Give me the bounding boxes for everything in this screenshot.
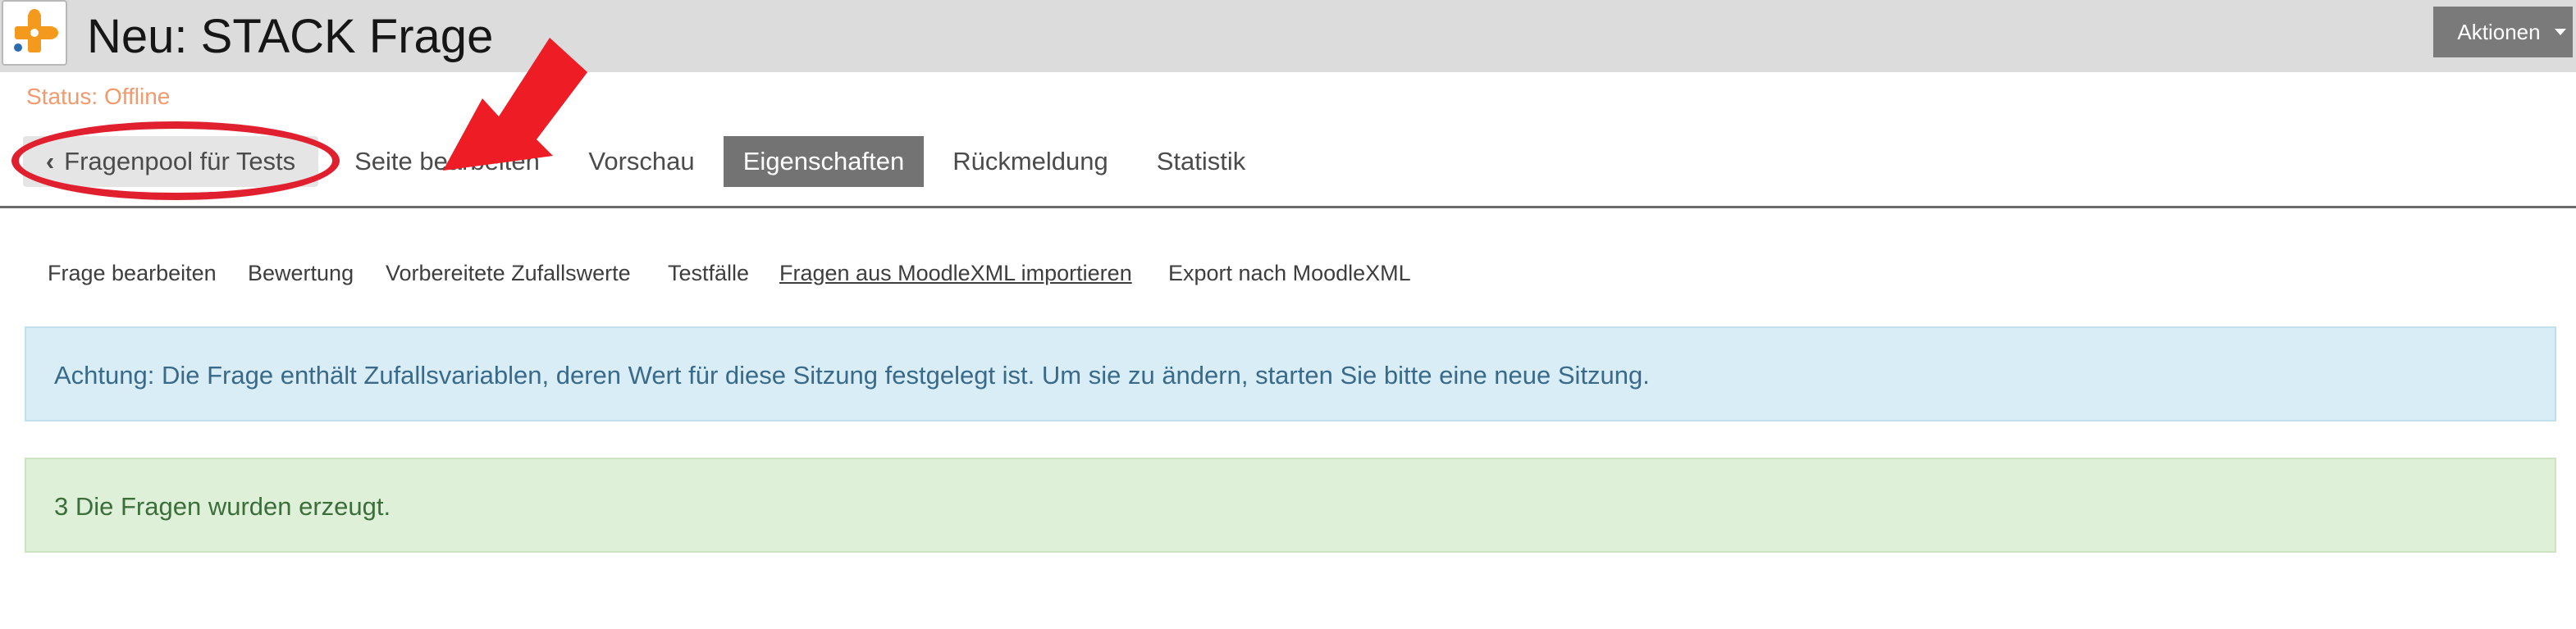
puzzle-icon [2, 0, 67, 66]
subtab-bewertung[interactable]: Bewertung [248, 261, 354, 286]
annotation-arrow-icon [443, 38, 587, 171]
caret-down-icon [2555, 29, 2566, 35]
success-message: 3 Die Fragen wurden erzeugt. [25, 458, 2556, 553]
subtab-frage-bearbeiten[interactable]: Frage bearbeiten [48, 261, 217, 286]
main-tabs: ‹ Fragenpool für Tests Seite bearbeiten V… [0, 136, 2576, 208]
actions-button[interactable]: Aktionen [2433, 7, 2573, 57]
tab-statistik[interactable]: Statistik [1144, 136, 1258, 187]
tab-eigenschaften[interactable]: Eigenschaften [724, 136, 924, 187]
page-title: Neu: STACK Frage [87, 10, 494, 63]
header-bar: Neu: STACK Frage Aktionen [0, 0, 2576, 72]
status-text: Status: Offline [26, 84, 171, 109]
subtab-export-moodlexml[interactable]: Export nach MoodleXML [1168, 261, 1411, 286]
subtab-zufallswerte[interactable]: Vorbereitete Zufallswerte [386, 261, 631, 286]
tab-vorschau[interactable]: Vorschau [574, 136, 709, 187]
subtab-moodlexml-import[interactable]: Fragen aus MoodleXML importieren [779, 261, 1132, 286]
tab-rueckmeldung[interactable]: Rückmeldung [939, 136, 1122, 187]
info-message: Achtung: Die Frage enthält Zufallsvariab… [25, 326, 2556, 422]
annotation-highlight-oval [11, 121, 340, 200]
actions-label: Aktionen [2457, 20, 2541, 44]
subtab-testfaelle[interactable]: Testfälle [668, 261, 749, 286]
